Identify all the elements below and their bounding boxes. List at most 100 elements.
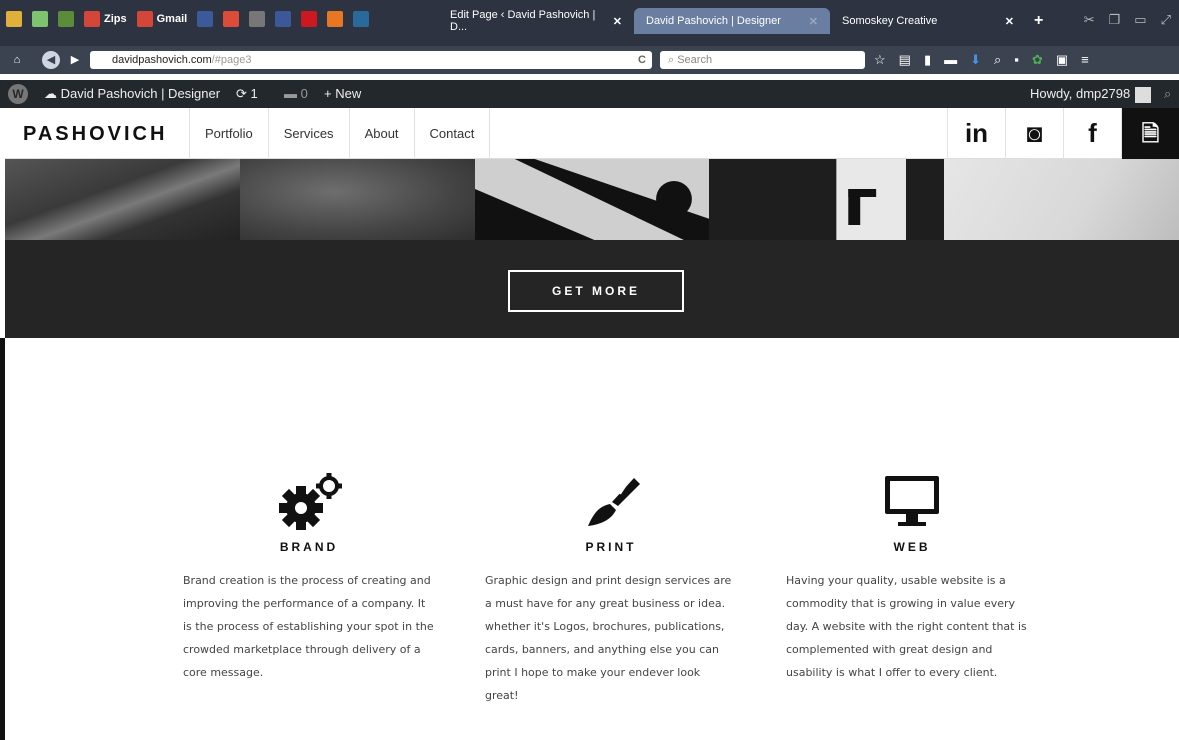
wordpress-logo-icon[interactable]: W <box>8 84 28 104</box>
menu-item-services[interactable]: Services <box>267 108 349 159</box>
tab-david-pashovich[interactable]: David Pashovich | Designer ✕ <box>634 8 830 34</box>
avatar <box>1135 86 1152 103</box>
browser-nav-bar: ⌂ ◀ ▶ davidpashovich.com/#page3 C ⌕ Sear… <box>0 46 1179 74</box>
comment-icon: ▬ <box>284 86 301 101</box>
photo-graphic <box>474 159 710 240</box>
tab-strip: Edit Page ‹ David Pashovich | D... ✕ Dav… <box>438 8 1043 34</box>
fullscreen-icon[interactable]: ⤢ <box>1161 12 1171 28</box>
service-description: Graphic design and print design services… <box>485 574 732 702</box>
wp-new[interactable]: + New <box>324 80 361 108</box>
bookmark[interactable] <box>327 11 344 27</box>
linkedin-icon[interactable]: in <box>947 108 1005 159</box>
bookmark[interactable] <box>6 11 22 27</box>
youtube-icon <box>301 11 318 27</box>
wp-site-name[interactable]: ☁ David Pashovich | Designer <box>44 80 220 108</box>
rss-icon <box>197 11 214 27</box>
copy-icon[interactable]: ❐ <box>1109 12 1121 28</box>
scissors-icon[interactable]: ✂ <box>1084 12 1095 28</box>
page-icon[interactable]: ▮ <box>924 52 931 68</box>
portfolio-photo[interactable] <box>709 159 945 240</box>
bookmark[interactable] <box>32 11 48 27</box>
close-icon[interactable]: ✕ <box>1005 15 1014 28</box>
bookmark[interactable] <box>58 11 74 27</box>
service-print: PRINT Graphic design and print design se… <box>485 462 737 707</box>
facebook-icon <box>275 11 292 27</box>
service-description: Brand creation is the process of creatin… <box>183 574 434 679</box>
service-brand: BRAND Brand creation is the process of c… <box>183 462 435 684</box>
browser-tab-bar: Zips Gmail Edit Page ‹ David Pashovich |… <box>0 0 1179 46</box>
wp-updates[interactable]: ⟳ 1 <box>236 80 258 108</box>
calendar-icon <box>32 11 48 27</box>
clipboard-icon[interactable]: ▭ <box>1134 12 1146 28</box>
download-icon[interactable]: ⬇ <box>970 52 981 68</box>
service-web: WEB Having your quality, usable website … <box>786 462 1038 684</box>
monitor-icon <box>786 462 1038 532</box>
wp-account[interactable]: Howdy, dmp2798 <box>1030 80 1152 108</box>
wp-comments[interactable]: ▬ 0 <box>284 80 308 108</box>
bookmark[interactable] <box>197 11 214 27</box>
extension-icon[interactable]: ✿ <box>1032 52 1043 68</box>
updates-icon: ⟳ <box>236 86 251 101</box>
get-more-button[interactable]: GET MORE <box>508 270 684 312</box>
gmail-icon <box>136 11 153 27</box>
bookmark[interactable] <box>275 11 292 27</box>
address-bar[interactable]: davidpashovich.com/#page3 C <box>90 51 652 69</box>
back-button[interactable]: ◀ <box>42 51 60 69</box>
reading-list-icon[interactable]: ▤ <box>899 52 911 68</box>
bookmark-zips[interactable]: Zips <box>84 11 127 27</box>
toolbar-icons: ☆ ▤ ▮ ▬ ⬇ ⌕ ▪ ✿ ▣ ≡ <box>874 52 1089 68</box>
instagram-icon[interactable]: ◙ <box>1005 108 1063 159</box>
sidebar-icon[interactable]: ▣ <box>1056 52 1068 68</box>
portfolio-photo-strip <box>5 159 1179 240</box>
service-title: PRINT <box>585 540 637 554</box>
bookmarks-bar: Zips Gmail <box>6 8 370 30</box>
updates-count: 1 <box>250 86 258 101</box>
menu-icon[interactable]: ≡ <box>1081 52 1089 68</box>
bookmark[interactable] <box>223 11 240 27</box>
portfolio-photo[interactable] <box>239 159 475 240</box>
portfolio-photo[interactable] <box>944 159 1179 240</box>
star-icon[interactable]: ☆ <box>874 52 886 68</box>
home-icon[interactable]: ⌂ <box>8 51 26 69</box>
instagram-icon <box>249 11 266 27</box>
resume-icon[interactable]: 🗎 <box>1121 108 1179 159</box>
close-icon[interactable]: ✕ <box>809 15 818 28</box>
menu-item-portfolio[interactable]: Portfolio <box>189 108 268 159</box>
bookmark[interactable] <box>353 11 370 27</box>
photo-graphic <box>836 159 907 240</box>
brush-icon <box>485 462 737 532</box>
new-tab-button[interactable]: + <box>1034 8 1043 34</box>
site-logo[interactable]: PASHOVICH <box>23 123 167 146</box>
bookmark[interactable] <box>249 11 266 27</box>
bookmark-gmail[interactable]: Gmail <box>136 11 187 27</box>
portfolio-photo[interactable] <box>474 159 710 240</box>
close-icon[interactable]: ✕ <box>613 15 622 28</box>
wp-admin-bar: W ☁ David Pashovich | Designer ⟳ 1 ▬ 0 +… <box>0 80 1179 108</box>
facebook-icon[interactable]: f <box>1063 108 1121 159</box>
blogger-icon <box>327 11 344 27</box>
url-domain: davidpashovich.com <box>112 54 212 66</box>
reload-icon[interactable]: C <box>638 51 646 69</box>
app-icon <box>353 11 370 27</box>
tab-edit-page[interactable]: Edit Page ‹ David Pashovich | D... ✕ <box>438 8 634 34</box>
leaf-icon <box>58 11 74 27</box>
tab-label: Edit Page ‹ David Pashovich | D... <box>450 9 596 33</box>
main-menu: Portfolio Services About Contact <box>189 108 491 159</box>
tab-label: David Pashovich | Designer <box>646 15 781 27</box>
portfolio-photo[interactable] <box>5 159 240 240</box>
folder-icon[interactable]: ▬ <box>944 52 957 68</box>
menu-item-contact[interactable]: Contact <box>413 108 491 159</box>
save-icon[interactable]: ▪ <box>1014 52 1019 68</box>
gears-icon <box>183 462 435 532</box>
menu-item-about[interactable]: About <box>348 108 414 159</box>
bookmark[interactable] <box>301 11 318 27</box>
gmail-icon <box>84 11 100 27</box>
tab-somoskey-creative[interactable]: Somoskey Creative ✕ <box>830 8 1026 34</box>
search-icon: ⌕ <box>668 54 678 66</box>
url-path: /#page3 <box>211 54 252 66</box>
search-icon[interactable]: ⌕ <box>1164 80 1171 108</box>
zoom-icon[interactable]: ⌕ <box>994 52 1001 68</box>
search-input[interactable]: ⌕ Search <box>660 51 865 69</box>
forward-button[interactable]: ▶ <box>66 51 84 69</box>
plus-icon: + <box>324 86 336 101</box>
